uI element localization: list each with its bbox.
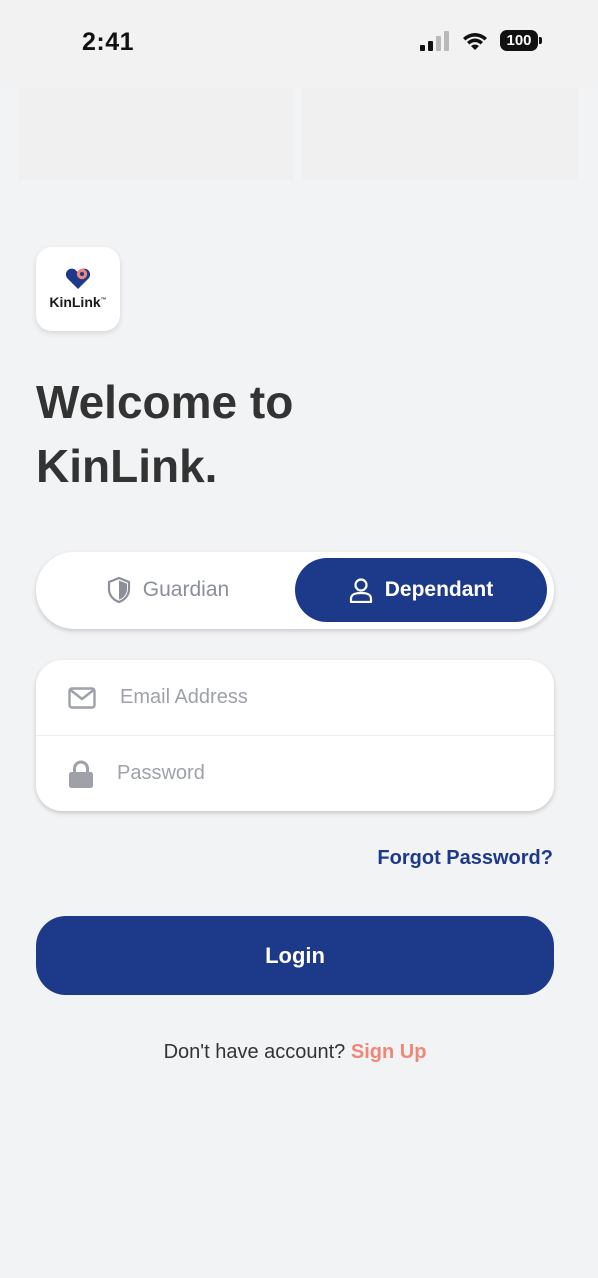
no-account-text: Don't have account?: [163, 1041, 346, 1063]
battery-level: 100: [500, 30, 538, 51]
forgot-password-link[interactable]: Forgot Password?: [377, 847, 553, 870]
email-field-row: [36, 660, 554, 735]
app-logo: KinLink™: [36, 247, 120, 331]
heart-pin-icon: [65, 268, 91, 289]
user-icon: [349, 578, 372, 603]
top-panel-right: [302, 88, 578, 180]
battery-icon: 100: [500, 30, 542, 51]
welcome-line-1: Welcome to: [36, 376, 294, 428]
guardian-tab[interactable]: Guardian: [42, 558, 294, 622]
cellular-signal-icon: [420, 30, 449, 51]
welcome-heading: Welcome to KinLink.: [36, 370, 556, 498]
welcome-line-2: KinLink.: [36, 440, 218, 492]
wifi-icon: [463, 32, 487, 50]
login-form: [36, 660, 554, 811]
password-input[interactable]: [117, 753, 517, 794]
logo-wordmark: KinLink™: [49, 294, 107, 310]
signup-prompt: Don't have account? Sign Up: [0, 1041, 590, 1064]
status-bar: 2:41 100: [0, 0, 598, 88]
dependant-tab[interactable]: Dependant: [295, 558, 547, 622]
login-button[interactable]: Login: [36, 916, 554, 995]
shield-icon: [107, 577, 130, 603]
password-field-row: [36, 736, 554, 811]
status-icons: 100: [420, 30, 542, 51]
email-input[interactable]: [120, 677, 520, 718]
guardian-label: Guardian: [142, 578, 230, 601]
top-banner-area: [18, 88, 578, 180]
top-panel-left: [18, 88, 294, 180]
dependant-label: Dependant: [384, 578, 494, 601]
mail-icon: [68, 686, 96, 709]
role-toggle: Guardian Dependant: [36, 552, 554, 629]
status-time: 2:41: [82, 28, 135, 56]
sign-up-link[interactable]: Sign Up: [351, 1041, 427, 1063]
lock-icon: [69, 760, 93, 788]
